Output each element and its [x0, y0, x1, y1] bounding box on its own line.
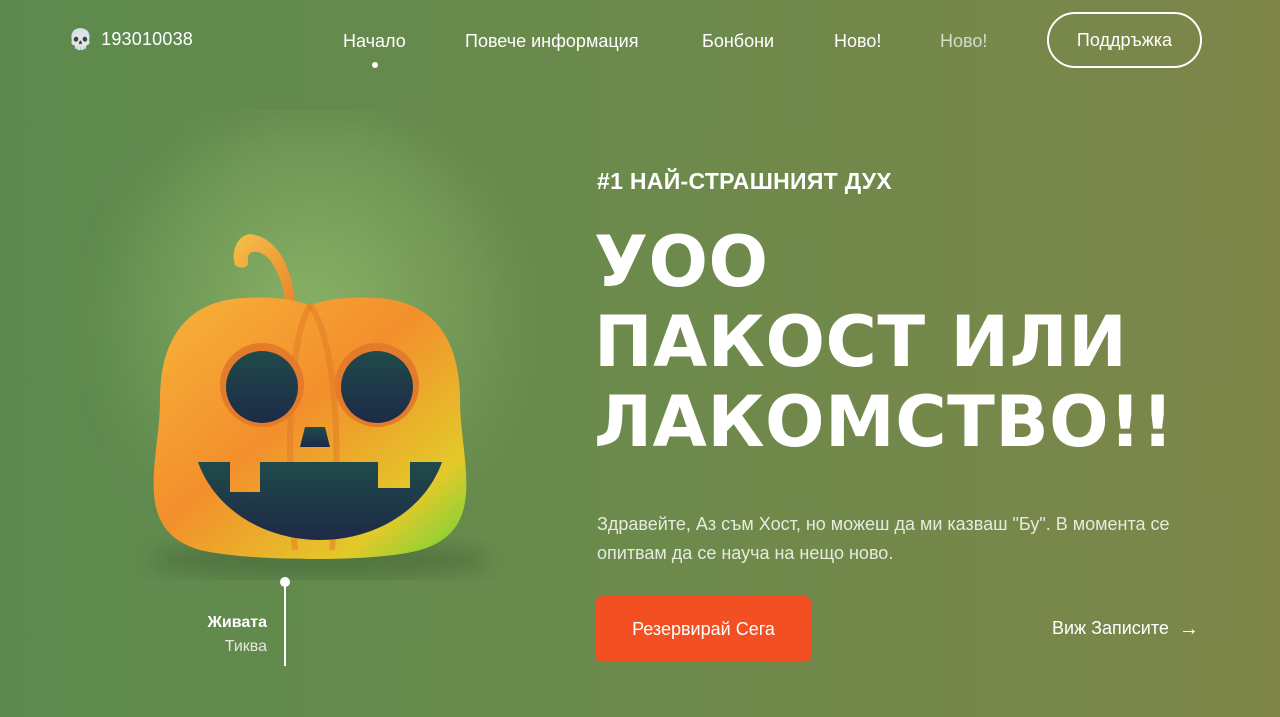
nav-item-more-info[interactable]: Повече информация	[465, 31, 638, 52]
brand-number: 193010038	[101, 29, 194, 49]
pumpkin-illustration	[80, 110, 540, 580]
caption-subtitle: Тиква	[224, 638, 267, 655]
brand[interactable]: 💀 193010038	[68, 29, 193, 50]
hero-description: Здравейте, Аз съм Хост, но можеш да ми к…	[597, 514, 1170, 563]
active-nav-indicator	[372, 62, 378, 68]
hero-eyebrow: #1 НАЙ-СТРАШНИЯТ ДУХ	[597, 168, 892, 194]
nav-item-candy[interactable]: Бонбони	[702, 31, 774, 52]
image-caption: Живата Тиква	[190, 614, 267, 656]
support-button[interactable]: Поддръжка	[1047, 12, 1202, 68]
headline-line-3: ЛАКОМСТВО!!	[594, 381, 1175, 463]
view-records-link[interactable]: Виж Записите →	[1052, 618, 1199, 639]
caption-title: Живата	[207, 614, 267, 631]
arrow-right-icon: →	[1178, 617, 1199, 640]
book-now-button[interactable]: Резервирай Сега	[596, 596, 811, 662]
nav-item-new[interactable]: Ново!	[834, 31, 881, 52]
headline-line-2: ПАКОСТ ИЛИ	[594, 301, 1128, 383]
nav-item-new-secondary[interactable]: Ново!	[940, 31, 987, 52]
caption-line	[284, 582, 286, 666]
headline-line-1: УОО	[594, 221, 769, 303]
skull-icon: 💀	[68, 28, 94, 51]
view-records-label: Виж Записите	[1052, 618, 1169, 638]
nav-item-home[interactable]: Начало	[343, 31, 406, 52]
jack-o-lantern-image	[100, 110, 520, 578]
top-nav: 💀 193010038 Начало Повече информация Бон…	[0, 0, 1280, 84]
hero-headline: УОО ПАКОСТ ИЛИ ЛАКОМСТВО!!	[594, 222, 1254, 462]
